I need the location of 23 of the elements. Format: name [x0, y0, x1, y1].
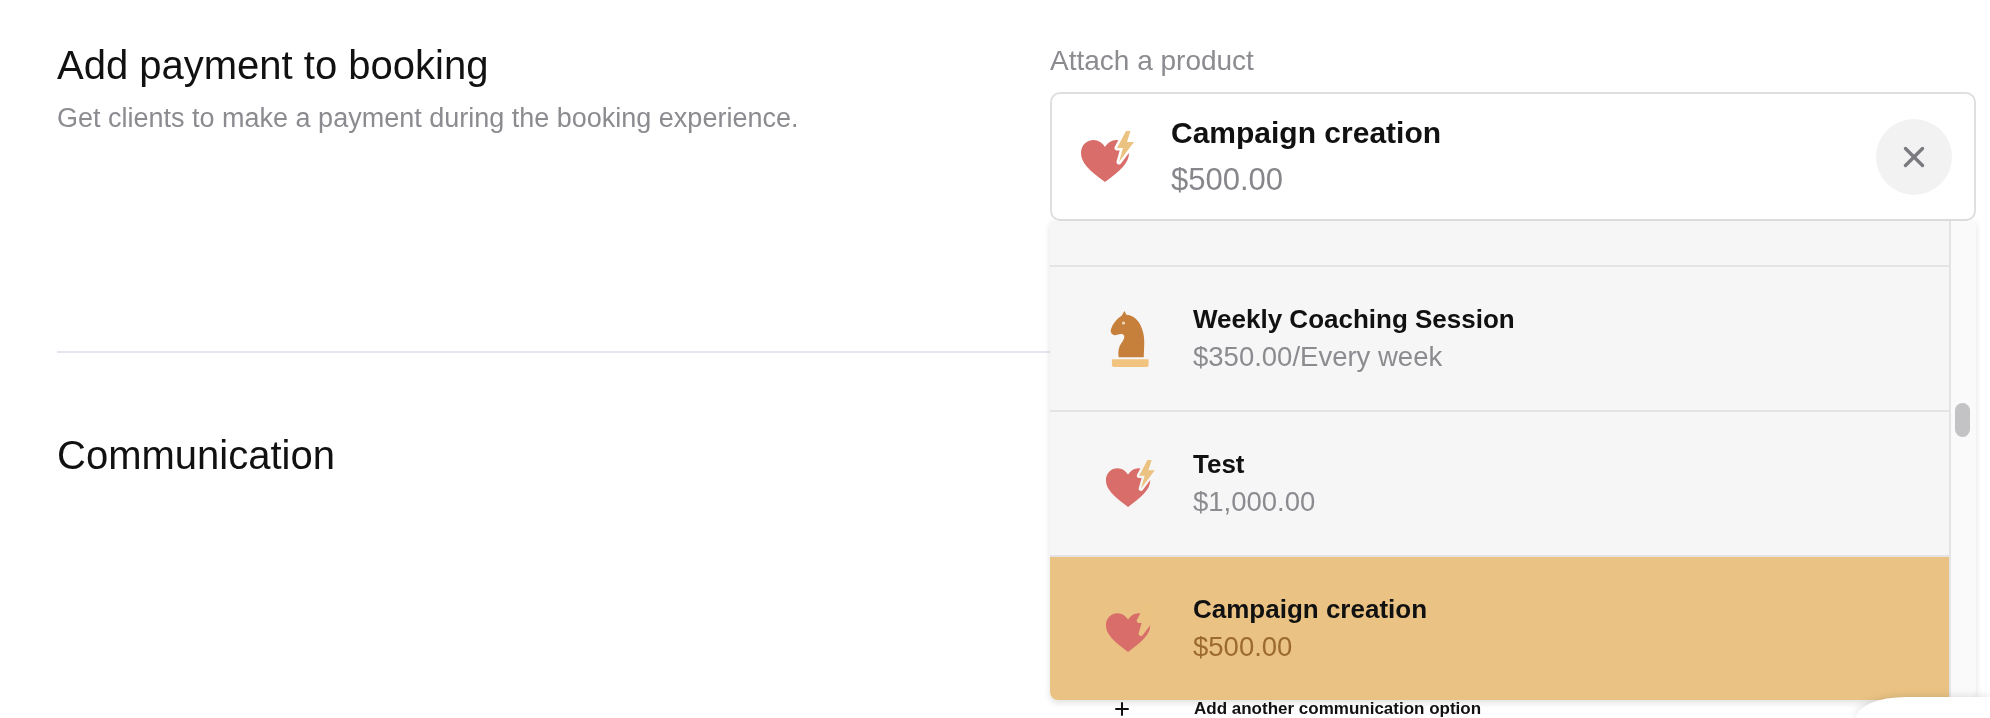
product-price: $500.00 — [1171, 161, 1285, 198]
product-name: Campaign creation — [1171, 115, 1442, 150]
chess-knight-icon — [1109, 310, 1151, 367]
add-option-button[interactable]: Add another communication option — [1115, 700, 1482, 718]
option-price: $350.00/Every week — [1193, 341, 1444, 373]
floating-button[interactable] — [1856, 697, 1990, 718]
option-name: Campaign creation — [1193, 594, 1428, 624]
option-price: $500.00 — [1193, 631, 1294, 663]
heart-bolt-icon — [1079, 130, 1135, 183]
dropdown-option[interactable]: Test $1,000.00 — [1050, 410, 1949, 555]
product-select[interactable]: Campaign creation $500.00 — [1050, 92, 1976, 221]
scrollbar-thumb[interactable] — [1955, 403, 1970, 437]
dropdown-option[interactable]: Campaign creation $500.00 — [1050, 555, 1949, 700]
section-title: Add payment to booking — [57, 42, 490, 88]
dropdown-option[interactable]: Weekly Coaching Session $350.00/Every week — [1050, 265, 1949, 410]
section-description: Get clients to make a payment during the booking experience. — [57, 102, 800, 134]
option-name: Test — [1193, 449, 1246, 479]
heart-bolt-icon — [1104, 459, 1156, 508]
option-name: Weekly Coaching Session — [1193, 304, 1515, 334]
section-title: Communication — [57, 432, 336, 478]
plus-icon — [1115, 702, 1129, 716]
field-label: Attach a product — [1050, 45, 1255, 77]
option-price: $1,000.00 — [1193, 486, 1316, 518]
